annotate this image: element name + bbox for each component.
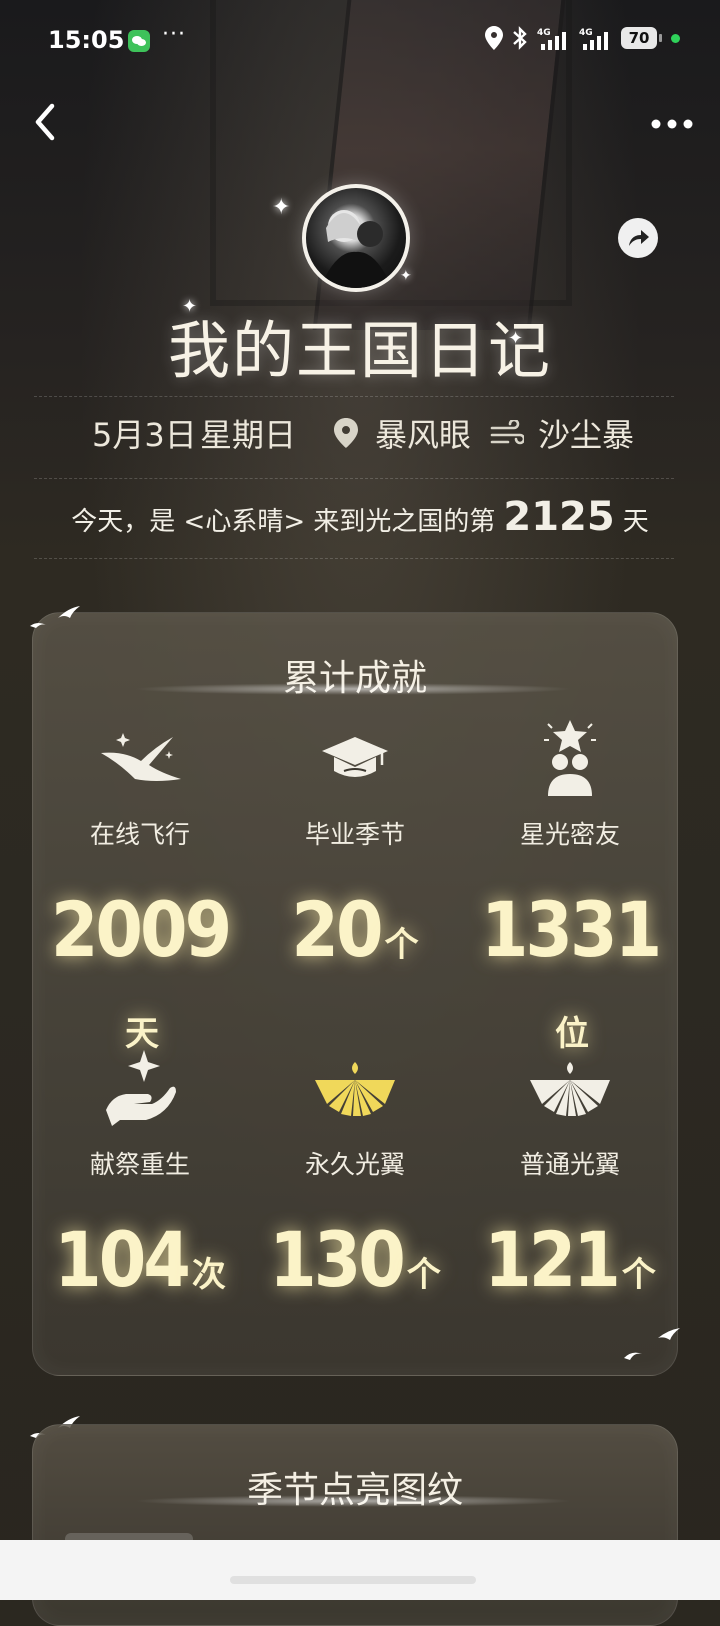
signal-icon-2: 4G: [579, 26, 613, 50]
wechat-icon: [128, 30, 150, 52]
stat-unit: 个: [621, 1255, 656, 1295]
stat-number: 2009: [50, 885, 232, 974]
stat-value: 121 个: [463, 1215, 677, 1304]
stat-permanent-wings: 永久光翼 130 个: [248, 1053, 462, 1304]
navigation-bar: [0, 1540, 720, 1600]
notification-more-icon: ···: [162, 22, 186, 47]
hand-sparkle-icon: [33, 1050, 247, 1126]
info-row: 5月3日 星期日 暴风眼 沙尘暴: [0, 410, 720, 460]
stat-label: 献祭重生: [89, 1150, 190, 1179]
days-prefix: 今天，是 <心系晴> 来到光之国的第: [71, 507, 496, 537]
stat-number: 20: [291, 885, 383, 974]
stat-normal-wings: 普通光翼 121 个: [463, 1053, 677, 1304]
stat-unit: 位: [555, 1014, 589, 1054]
white-wing-fan-icon: [463, 1053, 677, 1123]
weather-text: 沙尘暴: [538, 416, 635, 454]
stat-unit: 次: [191, 1255, 226, 1295]
achievements-card: 累计成就 在线飞行 2009天 毕业季节 20 个 星光密友 1331位 献祭重…: [32, 612, 678, 1376]
stat-number: 130: [269, 1215, 406, 1304]
more-horizontal-icon: [651, 119, 693, 129]
stat-value: 2009天: [33, 885, 247, 1063]
gold-wing-fan-icon: [248, 1053, 462, 1123]
bird-flight-icon: [33, 723, 247, 793]
stat-unit: 个: [406, 1255, 441, 1295]
stat-online-flight: 在线飞行 2009天: [33, 723, 247, 1063]
days-suffix: 天: [622, 507, 649, 537]
stat-value: 1331 位: [463, 885, 677, 1063]
weekday-text: 星期日: [200, 416, 297, 454]
stat-value: 20 个: [248, 885, 462, 974]
location-pin-icon: [334, 418, 358, 456]
days-line: 今天，是 <心系晴> 来到光之国的第 2125 天: [0, 494, 720, 540]
divider: [34, 478, 674, 479]
more-button[interactable]: [650, 112, 694, 136]
avatar[interactable]: [302, 184, 410, 292]
stat-unit: 个: [384, 925, 419, 965]
status-indicators: 4G 4G 70: [485, 26, 680, 50]
avatar-illustration: [320, 210, 392, 288]
divider: [34, 396, 674, 397]
sparkle-icon: ✦: [400, 268, 412, 284]
network-label-2: 4G: [579, 28, 593, 38]
status-time: 15:05: [48, 26, 125, 54]
stat-label: 普通光翼: [519, 1150, 620, 1179]
bird-decoration-icon: [30, 606, 80, 628]
battery-indicator: 70: [621, 27, 662, 49]
date-text: 5月3日: [92, 416, 197, 454]
share-arrow-icon: [629, 230, 649, 246]
signal-icon-1: 4G: [537, 26, 571, 50]
stat-label: 永久光翼: [304, 1150, 405, 1179]
title-swoosh: [133, 1495, 573, 1507]
stat-number: 1331: [480, 885, 662, 974]
chevron-left-icon: [35, 103, 55, 141]
sparkle-icon: ✦: [272, 195, 291, 220]
home-indicator[interactable]: [230, 1576, 476, 1584]
stat-label: 毕业季节: [304, 820, 405, 849]
stat-number: 121: [484, 1215, 621, 1304]
divider: [34, 558, 674, 559]
bluetooth-icon: [511, 26, 529, 50]
privacy-dot-icon: [671, 33, 680, 43]
title-swoosh: [133, 683, 573, 695]
bird-decoration-icon: [624, 1328, 680, 1360]
stat-sacrifice-rebirth: 献祭重生 104 次: [33, 1050, 247, 1304]
share-button[interactable]: [618, 218, 658, 258]
star-friends-icon: [463, 720, 677, 796]
wind-icon: [490, 418, 526, 456]
back-button[interactable]: [26, 100, 70, 144]
stat-value: 104 次: [33, 1215, 247, 1304]
stat-number: 104: [54, 1215, 191, 1304]
graduation-cap-icon: [248, 723, 462, 793]
days-count: 2125: [503, 494, 615, 540]
stat-value: 130 个: [248, 1215, 462, 1304]
stat-label: 在线飞行: [89, 820, 190, 849]
stat-label: 星光密友: [519, 820, 620, 849]
network-label-1: 4G: [537, 28, 551, 38]
place-text: 暴风眼: [375, 416, 472, 454]
location-icon: [485, 26, 503, 50]
page-title: 我的王国日记: [167, 314, 552, 387]
stat-star-friends: 星光密友 1331 位: [463, 720, 677, 1063]
stat-graduated-seasons: 毕业季节 20 个: [248, 723, 462, 974]
status-bar: 15:05 ··· 4G 4G 70: [0, 0, 720, 84]
